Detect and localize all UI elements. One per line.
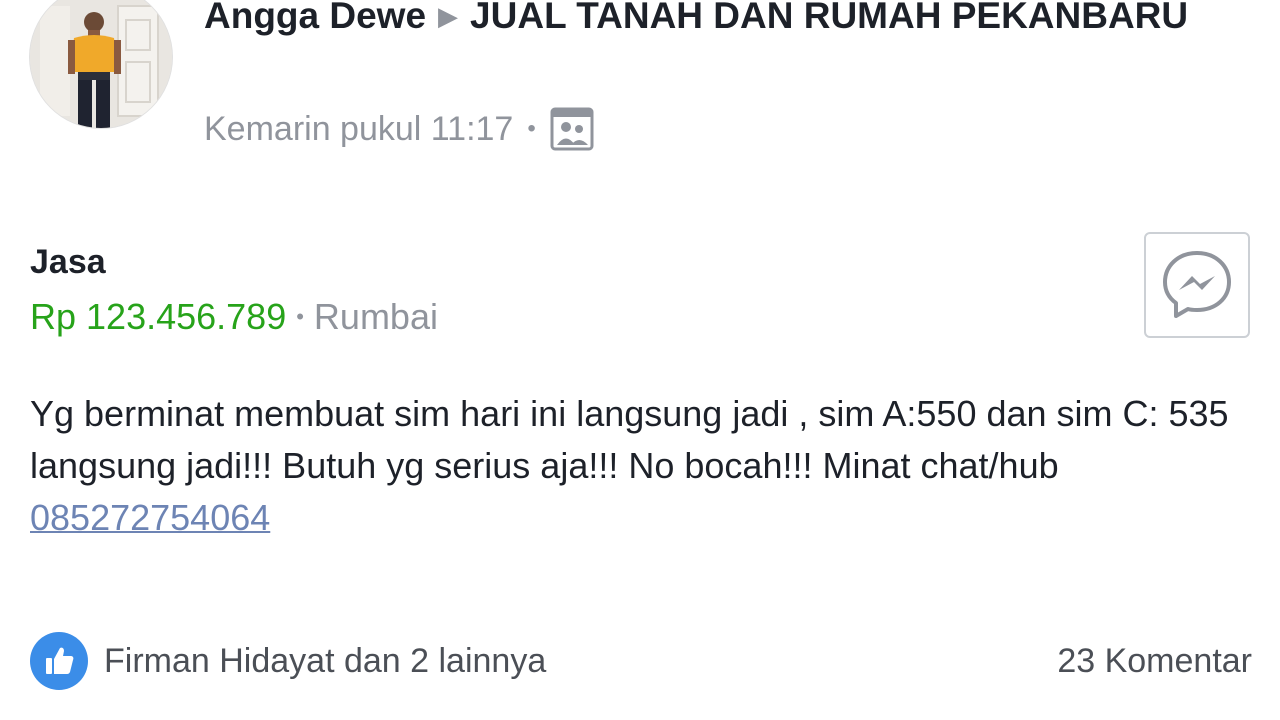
- reactions-summary[interactable]: Firman Hidayat dan 2 lainnya: [30, 632, 546, 690]
- price-separator: •: [296, 304, 304, 329]
- phone-link[interactable]: 085272754064: [30, 497, 270, 538]
- author-name[interactable]: Angga Dewe: [204, 0, 426, 36]
- group-name[interactable]: JUAL TANAH DAN RUMAH PEKANBARU: [470, 0, 1188, 36]
- like-icon: [30, 632, 88, 690]
- author-avatar[interactable]: [30, 0, 172, 128]
- listing-price-line: Rp 123.456.789 • Rumbai: [30, 292, 438, 342]
- listing-title: Jasa: [30, 243, 106, 281]
- arrow-right-icon: ▶: [438, 1, 459, 31]
- description-text: Yg berminat membuat sim hari ini langsun…: [30, 393, 1229, 486]
- listing-description: Yg berminat membuat sim hari ini langsun…: [30, 388, 1255, 544]
- post-meta: Kemarin pukul 11:17 •: [204, 104, 594, 154]
- group-photo-icon: [550, 107, 594, 151]
- messenger-icon: [1163, 251, 1231, 318]
- meta-separator: •: [527, 115, 536, 142]
- listing-price: Rp 123.456.789: [30, 296, 287, 337]
- message-seller-button[interactable]: [1144, 232, 1250, 338]
- post-timestamp[interactable]: Kemarin pukul 11:17: [204, 110, 513, 149]
- comments-count[interactable]: 23 Komentar: [1057, 632, 1252, 690]
- post-header-title: Angga Dewe ▶ JUAL TANAH DAN RUMAH PEKANBAR…: [204, 0, 1244, 45]
- reactions-text: Firman Hidayat dan 2 lainnya: [104, 641, 547, 680]
- listing-location: Rumbai: [313, 296, 438, 337]
- post-card: Angga Dewe ▶ JUAL TANAH DAN RUMAH PEKANBAR…: [0, 0, 1280, 720]
- avatar-photo: [30, 0, 172, 128]
